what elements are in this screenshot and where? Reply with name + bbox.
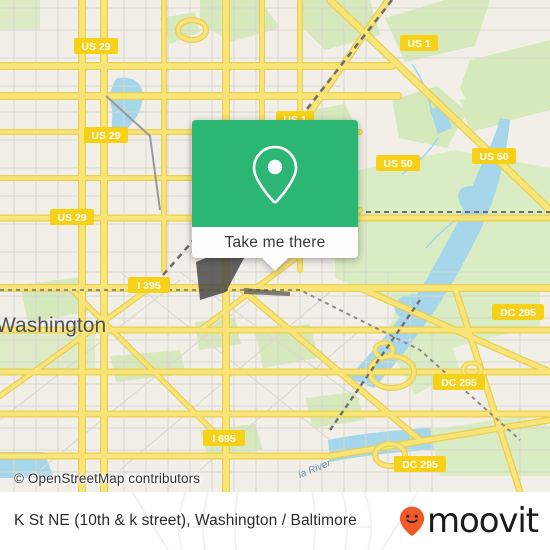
take-me-there-label: Take me there xyxy=(224,233,326,251)
moovit-pin-icon xyxy=(399,506,425,536)
svg-text:DC 295: DC 295 xyxy=(500,307,536,319)
svg-text:US 50: US 50 xyxy=(383,158,412,170)
svg-text:US 1: US 1 xyxy=(407,38,431,50)
shield-i-695: I 695 xyxy=(203,430,245,446)
popup-pin-area xyxy=(192,120,358,227)
shield-dc-295-1: DC 295 xyxy=(492,304,544,320)
shield-us-50-1: US 50 xyxy=(376,155,420,171)
moovit-wordmark: moovit xyxy=(426,501,539,541)
svg-text:DC 295: DC 295 xyxy=(441,377,477,389)
svg-text:US 50: US 50 xyxy=(479,151,508,163)
shield-us-1-2: US 1 xyxy=(400,35,438,51)
moovit-brand[interactable]: moovit xyxy=(399,492,539,550)
popup-action-bar[interactable]: Take me there xyxy=(192,227,358,258)
map-city-label: Washington xyxy=(0,314,106,337)
shield-dc-295-3: DC 295 xyxy=(394,456,446,472)
footer-bar: K St NE (10th & k street), Washington / … xyxy=(0,492,550,550)
location-pin-icon xyxy=(252,145,298,203)
svg-text:US 29: US 29 xyxy=(57,212,86,224)
shield-dc-295-2: DC 295 xyxy=(433,374,485,390)
shield-us-29-3: US 29 xyxy=(50,209,94,225)
take-me-there-popup[interactable]: Take me there xyxy=(192,120,358,271)
moovit-map-screenshot: Washington ia River US 29 US 29 US 29 US… xyxy=(0,0,550,550)
svg-text:I 695: I 695 xyxy=(212,433,236,445)
svg-text:I 395: I 395 xyxy=(137,280,161,292)
shield-us-29-2: US 29 xyxy=(84,127,128,143)
shield-us-29-1: US 29 xyxy=(74,38,118,54)
svg-text:US 29: US 29 xyxy=(91,130,120,142)
popup-pointer-tail xyxy=(262,258,288,271)
page-title: K St NE (10th & k street), Washington / … xyxy=(14,512,357,529)
shield-i-395: I 395 xyxy=(128,277,170,293)
svg-text:US 29: US 29 xyxy=(81,41,110,53)
svg-text:DC 295: DC 295 xyxy=(402,459,438,471)
shield-us-50-2: US 50 xyxy=(472,148,516,164)
map-attribution: © OpenStreetMap contributors xyxy=(14,471,201,486)
